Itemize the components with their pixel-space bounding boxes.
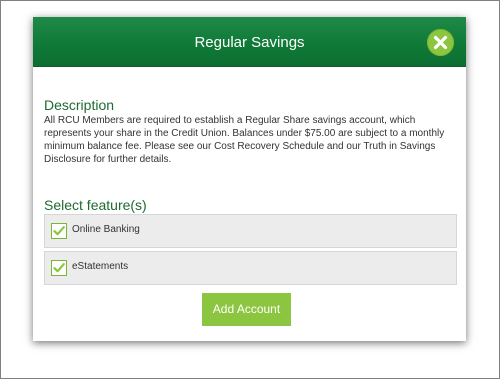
add-account-button[interactable]: Add Account xyxy=(202,293,291,326)
estatements-label: eStatements xyxy=(72,261,129,272)
feature-row-online-banking[interactable]: Online Banking xyxy=(44,214,457,248)
feature-row-estatements[interactable]: eStatements xyxy=(44,251,457,285)
select-features-heading: Select feature(s) xyxy=(44,197,147,213)
modal-header: Regular Savings xyxy=(33,17,466,67)
description-heading: Description xyxy=(44,97,115,113)
close-x-icon xyxy=(433,35,448,50)
modal-title: Regular Savings xyxy=(194,34,305,51)
estatements-checkbox[interactable] xyxy=(51,260,67,276)
regular-savings-modal: Regular Savings Description All RCU Memb… xyxy=(33,17,466,341)
online-banking-checkbox[interactable] xyxy=(51,223,67,239)
description-text: All RCU Members are required to establis… xyxy=(44,115,445,165)
online-banking-label: Online Banking xyxy=(72,224,140,235)
checkmark-icon xyxy=(53,226,65,236)
close-button[interactable] xyxy=(427,29,454,56)
checkmark-icon xyxy=(53,263,65,273)
